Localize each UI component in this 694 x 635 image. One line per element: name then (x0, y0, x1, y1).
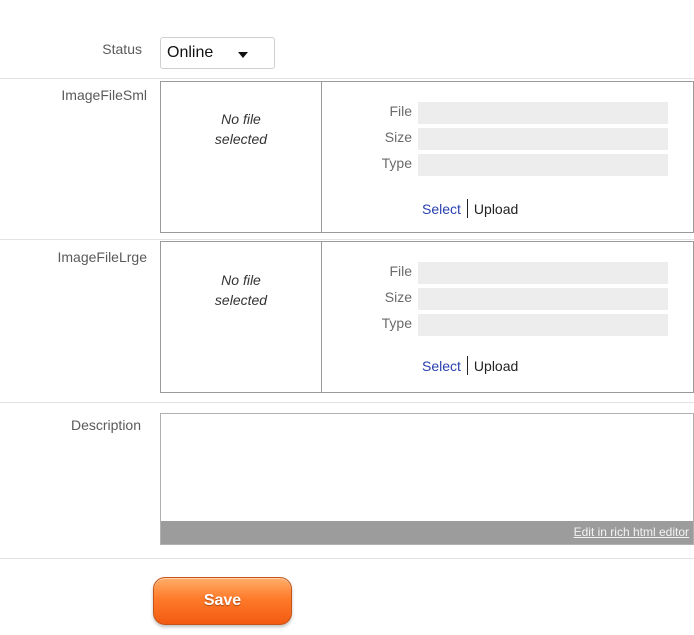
image-large-upload-link[interactable]: Upload (474, 358, 518, 374)
image-small-meta: File Size Type Select Upload (322, 82, 693, 232)
status-select[interactable]: Online (160, 37, 275, 69)
image-small-type-value (418, 154, 668, 176)
image-small-size-label: Size (384, 129, 412, 145)
separator (466, 356, 468, 375)
status-label: Status (102, 41, 142, 57)
image-small-select-link[interactable]: Select (422, 201, 461, 217)
divider (0, 558, 694, 559)
image-large-size-value (418, 288, 668, 310)
image-large-file-label: File (389, 263, 412, 279)
image-small-file-value (418, 102, 668, 124)
image-small-upload-link[interactable]: Upload (474, 201, 518, 217)
separator (466, 199, 468, 218)
description-label: Description (70, 417, 141, 433)
image-large-label: ImageFileLrge (57, 249, 148, 265)
description-textarea[interactable] (161, 414, 693, 522)
image-large-no-file-text: No file selected (214, 272, 268, 308)
image-small-file-label: File (389, 103, 412, 119)
image-large-actions: Select Upload (422, 356, 518, 375)
image-large-uploader: No file selected File Size Type Select Up… (160, 241, 694, 393)
image-large-type-label: Type (381, 315, 412, 331)
divider (0, 402, 694, 403)
chevron-down-icon (238, 52, 248, 58)
save-button[interactable]: Save (153, 577, 292, 625)
divider (0, 78, 694, 79)
description-editor: Edit in rich html editor (160, 413, 694, 545)
image-small-size-value (418, 128, 668, 150)
status-selected-value: Online (167, 44, 214, 61)
image-large-size-label: Size (384, 289, 412, 305)
image-large-preview: No file selected (161, 242, 322, 392)
edit-rich-html-link[interactable]: Edit in rich html editor (574, 525, 689, 539)
image-large-meta: File Size Type Select Upload (322, 242, 693, 392)
image-small-label: ImageFileSml (61, 87, 147, 103)
image-small-preview: No file selected (161, 82, 322, 232)
image-small-no-file-text: No file selected (214, 111, 268, 147)
image-large-select-link[interactable]: Select (422, 358, 461, 374)
image-small-actions: Select Upload (422, 199, 518, 218)
image-large-file-value (418, 262, 668, 284)
divider (0, 239, 694, 240)
image-small-uploader: No file selected File Size Type Select Up… (160, 81, 694, 233)
image-large-type-value (418, 314, 668, 336)
rich-editor-bar: Edit in rich html editor (161, 521, 693, 544)
image-small-type-label: Type (381, 155, 412, 171)
